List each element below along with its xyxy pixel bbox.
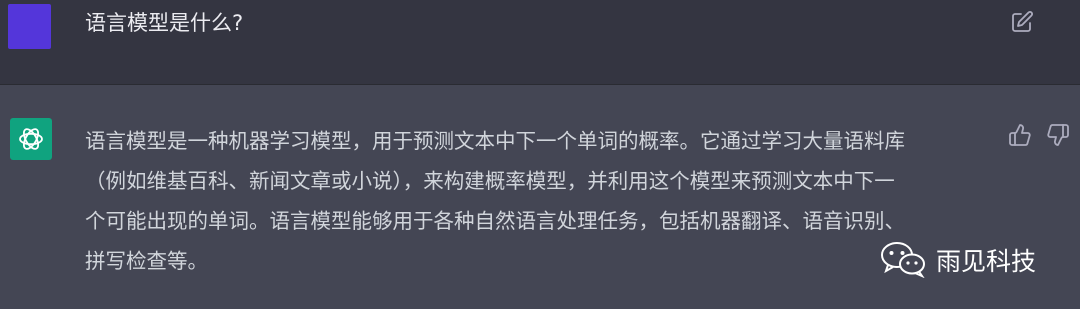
wechat-icon: [878, 238, 928, 282]
assistant-message-text: 语言模型是一种机器学习模型，用于预测文本中下一个单词的概率。它通过学习大量语料库…: [85, 121, 985, 281]
user-avatar: [8, 4, 51, 49]
edit-icon[interactable]: [1010, 10, 1034, 34]
thumbs-up-icon[interactable]: [1008, 123, 1032, 147]
user-message-row: 语言模型是什么?: [0, 0, 1080, 84]
user-message-text: 语言模型是什么?: [85, 11, 244, 35]
thumbs-down-icon[interactable]: [1046, 123, 1070, 147]
chat-window: 语言模型是什么? 语言模型是一种机器学习模型，用于预测文本中下一个单词的概率。它…: [0, 0, 1080, 309]
assistant-text-line: （例如维基百科、新闻文章或小说），来构建概率模型，并利用这个模型来预测文本中下一: [85, 169, 895, 193]
assistant-text-line: 拼写检查等。: [85, 249, 208, 273]
assistant-text-line: 语言模型是一种机器学习模型，用于预测文本中下一个单词的概率。它通过学习大量语料库: [85, 129, 905, 153]
watermark-text: 雨见科技: [936, 247, 1037, 276]
openai-logo-icon: [10, 118, 52, 160]
watermark: 雨见科技: [878, 240, 1036, 280]
assistant-text-line: 个可能出现的单词。语言模型能够用于各种自然语言处理任务，包括机器翻译、语音识别、: [85, 209, 905, 233]
